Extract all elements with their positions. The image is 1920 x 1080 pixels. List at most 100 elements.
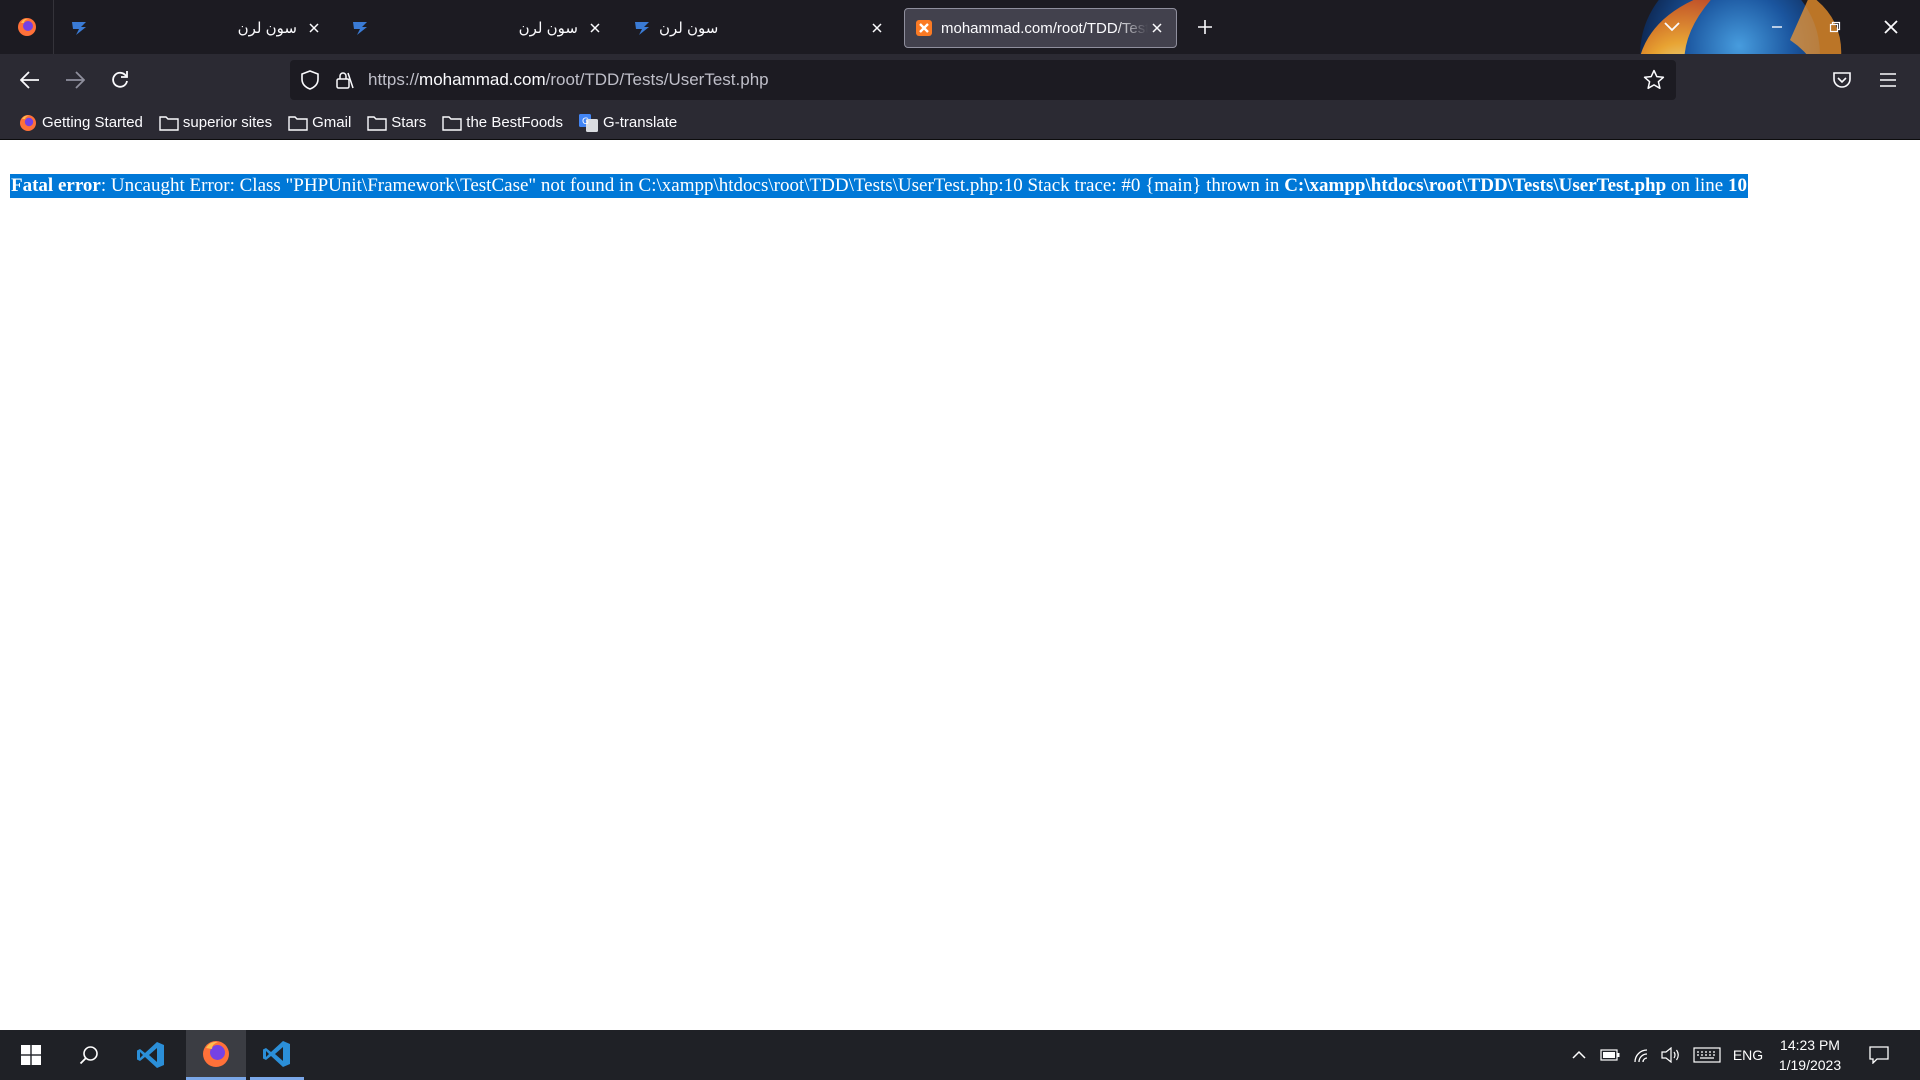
reload-icon bbox=[112, 71, 128, 88]
address-bar[interactable]: https://mohammad.com/root/TDD/Tests/User… bbox=[290, 60, 1676, 100]
clock-date: 1/19/2023 bbox=[1778, 1057, 1842, 1073]
firefox-icon bbox=[18, 114, 38, 132]
bookmark-label: Stars bbox=[391, 114, 427, 131]
search-icon bbox=[79, 1046, 98, 1065]
touch-keyboard-button[interactable] bbox=[1690, 1030, 1724, 1080]
bookmark-label: the BestFoods bbox=[466, 114, 564, 131]
minimize-icon bbox=[1772, 26, 1782, 28]
tab-title: سون لرن bbox=[518, 20, 578, 37]
tab-sonlearn-3[interactable]: سون لرن bbox=[623, 8, 896, 48]
folder-icon bbox=[442, 114, 462, 132]
close-icon bbox=[1884, 20, 1898, 34]
back-button[interactable] bbox=[16, 66, 44, 94]
url-path: /root/TDD/Tests/UserTest.php bbox=[545, 70, 769, 89]
error-line-number: 10 bbox=[1727, 175, 1747, 196]
tab-active-usertest[interactable]: mohammad.com/root/TDD/Tests/UserTest.php bbox=[904, 8, 1177, 48]
url-prefix: https:// bbox=[368, 70, 420, 89]
reload-button[interactable] bbox=[106, 66, 134, 94]
error-label: Fatal error bbox=[11, 175, 101, 196]
xampp-icon bbox=[916, 20, 932, 36]
keyboard-icon bbox=[1693, 1047, 1721, 1063]
sonlearn-icon bbox=[635, 22, 649, 35]
php-fatal-error-message: Fatal error: Uncaught Error: Class "PHPU… bbox=[10, 174, 1748, 198]
url-text[interactable]: https://mohammad.com/root/TDD/Tests/User… bbox=[368, 70, 1640, 90]
bookmark-folder-gmail[interactable]: Gmail bbox=[284, 109, 355, 137]
bookmark-star-button[interactable] bbox=[1640, 66, 1668, 94]
forward-button[interactable] bbox=[61, 66, 89, 94]
star-icon bbox=[1643, 69, 1665, 90]
tracking-protection-shield-icon[interactable] bbox=[298, 68, 322, 92]
tab-sonlearn-1[interactable]: سون لرن bbox=[60, 8, 333, 48]
sonlearn-icon bbox=[72, 22, 86, 35]
volume-control[interactable] bbox=[1658, 1030, 1684, 1080]
bookmark-folder-the-bestfoods[interactable]: the BestFoods bbox=[438, 109, 567, 137]
bookmark-folder-stars[interactable]: Stars bbox=[363, 109, 430, 137]
windows-logo-icon bbox=[21, 1045, 41, 1065]
folder-icon bbox=[367, 114, 387, 132]
action-center-button[interactable] bbox=[1864, 1030, 1894, 1080]
svg-text:G: G bbox=[582, 117, 589, 127]
battery-icon bbox=[1600, 1049, 1620, 1061]
google-translate-icon: G bbox=[579, 113, 599, 132]
input-language-indicator[interactable]: ENG bbox=[1730, 1030, 1766, 1080]
tab-title: سون لرن bbox=[659, 20, 719, 37]
search-button[interactable] bbox=[62, 1030, 116, 1080]
pocket-button[interactable] bbox=[1830, 68, 1854, 92]
sonlearn-icon bbox=[353, 22, 367, 35]
bookmark-label: Gmail bbox=[312, 114, 352, 131]
folder-icon bbox=[159, 114, 179, 132]
arrow-left-icon bbox=[20, 71, 39, 89]
close-tab-icon[interactable] bbox=[1148, 19, 1166, 37]
url-domain: mohammad.com bbox=[419, 70, 546, 89]
close-tab-icon[interactable] bbox=[868, 19, 886, 37]
bookmark-getting-started[interactable]: Getting Started bbox=[14, 109, 147, 137]
vscode-icon bbox=[137, 1042, 164, 1068]
bookmark-folder-superior-sites[interactable]: superior sites bbox=[155, 109, 276, 137]
windows-taskbar: ENG 14:23 PM 1/19/2023 bbox=[0, 1030, 1920, 1080]
bookmarks-toolbar: Getting Started superior sites Gmail Sta… bbox=[0, 106, 1920, 140]
clock-time: 14:23 PM bbox=[1780, 1037, 1840, 1053]
lock-warning-icon[interactable] bbox=[332, 68, 356, 92]
speaker-icon bbox=[1661, 1047, 1679, 1063]
show-hidden-icons-button[interactable] bbox=[1568, 1030, 1590, 1080]
close-tab-icon[interactable] bbox=[586, 19, 604, 37]
battery-indicator[interactable] bbox=[1597, 1030, 1623, 1080]
taskbar-firefox[interactable] bbox=[186, 1030, 246, 1080]
tab-title: mohammad.com/root/TDD/Tests/UserTest.php bbox=[941, 19, 1148, 37]
chevron-down-icon bbox=[1664, 22, 1680, 32]
firefox-icon bbox=[203, 1040, 229, 1067]
minimize-button[interactable] bbox=[1762, 14, 1792, 40]
bookmark-label: Getting Started bbox=[42, 114, 143, 131]
chevron-up-icon bbox=[1572, 1050, 1586, 1059]
error-file: C:\xampp\htdocs\root\TDD\Tests\UserTest.… bbox=[1284, 175, 1667, 196]
tab-bar: سون لرن سون لرن سون لرن mohammad.com/roo… bbox=[0, 0, 1920, 140]
list-all-tabs-button[interactable] bbox=[1660, 16, 1684, 38]
network-indicator[interactable] bbox=[1628, 1030, 1654, 1080]
page-content: Fatal error: Uncaught Error: Class "PHPU… bbox=[0, 140, 1920, 1030]
tab-title: سون لرن bbox=[237, 20, 297, 37]
error-line-text: on line bbox=[1666, 175, 1728, 196]
application-menu-button[interactable] bbox=[1876, 68, 1900, 92]
arrow-right-icon bbox=[66, 71, 85, 89]
restore-button[interactable] bbox=[1820, 14, 1850, 40]
error-message: : Uncaught Error: Class "PHPUnit\Framewo… bbox=[100, 175, 1285, 196]
firefox-view-button[interactable] bbox=[0, 0, 54, 54]
clock[interactable]: 14:23 PM 1/19/2023 bbox=[1770, 1030, 1850, 1080]
bookmark-label: G-translate bbox=[603, 114, 678, 131]
navigation-toolbar: https://mohammad.com/root/TDD/Tests/User… bbox=[0, 54, 1920, 106]
vscode-icon bbox=[263, 1040, 290, 1067]
taskbar-vscode-2[interactable] bbox=[250, 1030, 304, 1080]
firefox-icon bbox=[17, 18, 36, 36]
start-button[interactable] bbox=[4, 1030, 58, 1080]
close-tab-icon[interactable] bbox=[305, 19, 323, 37]
wifi-icon bbox=[1634, 1049, 1648, 1063]
new-tab-button[interactable] bbox=[1192, 14, 1218, 40]
close-window-button[interactable] bbox=[1876, 14, 1906, 40]
bookmark-g-translate[interactable]: G G-translate bbox=[575, 109, 681, 137]
plus-icon bbox=[1198, 20, 1212, 34]
notification-icon bbox=[1869, 1046, 1889, 1064]
bookmark-label: superior sites bbox=[182, 114, 273, 131]
pocket-icon bbox=[1833, 72, 1851, 88]
taskbar-vscode[interactable] bbox=[124, 1030, 178, 1080]
tab-sonlearn-2[interactable]: سون لرن bbox=[341, 8, 614, 48]
